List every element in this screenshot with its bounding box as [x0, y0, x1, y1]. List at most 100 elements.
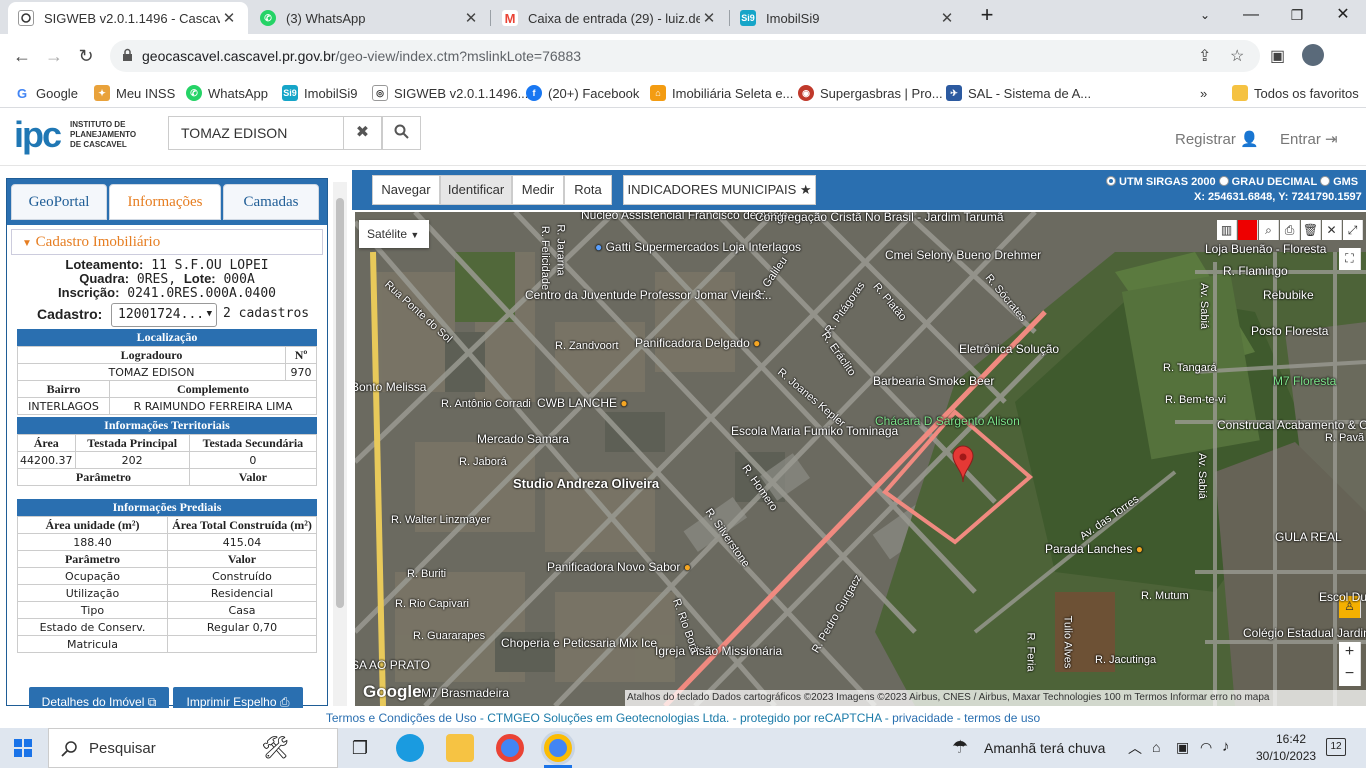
street-label: R. Rio Capivari: [395, 598, 469, 610]
ipc-logo[interactable]: ipc INSTITUTO DE PLANEJAMENTO DE CASCAVE…: [14, 114, 144, 160]
tab-informacoes[interactable]: Informações: [109, 184, 221, 220]
identificar-button[interactable]: Identificar: [440, 175, 512, 205]
map-type-button[interactable]: Satélite ▼: [359, 220, 429, 248]
maximize-button[interactable]: ❐: [1282, 4, 1312, 26]
chrome-active-icon[interactable]: [544, 734, 572, 762]
zoom-in-button[interactable]: +: [1339, 642, 1361, 664]
reload-button[interactable]: ↻: [72, 42, 100, 70]
network-icon[interactable]: ⌂: [1152, 739, 1160, 755]
bookmark-google[interactable]: G Google: [14, 82, 78, 104]
bookmark-whatsapp[interactable]: ✆ WhatsApp: [186, 82, 268, 104]
sidepanel-icon[interactable]: ▣: [1270, 46, 1285, 66]
close-icon[interactable]: ✕: [462, 9, 480, 27]
color-swatch-icon[interactable]: [1238, 220, 1258, 240]
utm-radio[interactable]: UTM SIRGAS 2000: [1106, 176, 1216, 188]
register-link[interactable]: Registrar 👤: [1175, 130, 1259, 148]
task-view-icon[interactable]: ❐: [346, 734, 374, 762]
notifications-icon[interactable]: 12: [1326, 738, 1346, 756]
share-icon[interactable]: ⇪: [1198, 46, 1211, 66]
grau-radio[interactable]: GRAU DECIMAL: [1218, 176, 1317, 188]
logo-mark: ipc: [14, 114, 62, 155]
bookmark-seleta[interactable]: ⌂ Imobiliária Seleta e...: [650, 82, 793, 104]
file-explorer-icon[interactable]: [446, 734, 474, 762]
cadastro-select[interactable]: 12001724... ▼: [111, 303, 217, 327]
chrome-icon[interactable]: [496, 734, 524, 762]
taskbar-search[interactable]: Pesquisar 🛠: [48, 728, 338, 768]
close-icon[interactable]: ✕: [938, 9, 956, 27]
fullscreen-icon[interactable]: ⤢: [1343, 220, 1363, 240]
search-input[interactable]: TOMAZ EDISON: [168, 116, 344, 150]
terms-link[interactable]: Termos e Condições de Uso: [326, 711, 477, 725]
territoriais-table: Área Testada Principal Testada Secundária …: [17, 434, 318, 486]
gms-radio[interactable]: GMS: [1320, 176, 1358, 188]
scrollbar-thumb[interactable]: [336, 198, 344, 608]
print-icon[interactable]: ⎙: [1280, 220, 1300, 240]
map-attribution[interactable]: Atalhos do teclado Dados cartográficos ©…: [625, 690, 1366, 706]
bookmark-sal[interactable]: ✈ SAL - Sistema de A...: [946, 82, 1091, 104]
cadastro-section-header[interactable]: ▼ Cadastro Imobiliário: [11, 229, 323, 255]
place-label: Panificadora Novo Sabor ●: [547, 560, 692, 574]
place-label: Centro da Juventude Professor Jomar Viei…: [525, 288, 772, 302]
all-bookmarks[interactable]: Todos os favoritos: [1232, 82, 1359, 104]
clock-date[interactable]: 30/10/2023: [1256, 749, 1316, 763]
trash-icon[interactable]: 🗑: [1301, 220, 1321, 240]
zoom-search-icon[interactable]: ⌕: [1259, 220, 1279, 240]
profile-avatar[interactable]: [1302, 44, 1324, 66]
login-icon: ⇥: [1325, 131, 1338, 148]
weather-text[interactable]: Amanhã terá chuva: [984, 740, 1105, 756]
rota-button[interactable]: Rota: [564, 175, 612, 205]
wifi-icon[interactable]: ◠: [1200, 739, 1212, 756]
seleta-icon: ⌂: [650, 85, 666, 101]
panel-scrollbar[interactable]: [333, 182, 347, 706]
chart-icon[interactable]: ▥: [1217, 220, 1237, 240]
meet-icon[interactable]: ▣: [1176, 739, 1189, 756]
zoom-out-button[interactable]: −: [1339, 664, 1361, 686]
medir-button[interactable]: Medir: [512, 175, 564, 205]
tab-camadas[interactable]: Camadas: [223, 184, 319, 220]
tab-whatsapp[interactable]: ✆ (3) WhatsApp ✕: [250, 2, 490, 34]
weather-icon[interactable]: ☂: [952, 737, 968, 758]
tab-search-button[interactable]: ⌄: [1190, 4, 1220, 26]
bookmark-facebook[interactable]: f (20+) Facebook: [526, 82, 639, 104]
minimize-button[interactable]: —: [1236, 4, 1266, 26]
expand-icon[interactable]: ⛶: [1339, 248, 1361, 270]
place-label: R. Flamingo: [1223, 264, 1288, 278]
close-icon[interactable]: ✕: [220, 9, 238, 27]
street-label: R. Antônio Corradi: [441, 398, 531, 410]
forward-button[interactable]: →: [40, 42, 68, 70]
edge-icon[interactable]: [396, 734, 424, 762]
radio-icon: [1106, 176, 1116, 186]
chevron-up-icon[interactable]: ︿: [1128, 738, 1142, 758]
tab-gmail[interactable]: M Caixa de entrada (29) - luiz.dem ✕: [492, 2, 728, 34]
address-bar[interactable]: geocascavel.cascavel.pr.gov.br/geo-view/…: [110, 40, 1260, 72]
tab-imobilsi9[interactable]: Si9 ImobilSi9 ✕: [730, 2, 966, 34]
login-link[interactable]: Entrar ⇥: [1280, 130, 1338, 148]
search-button[interactable]: [382, 116, 421, 150]
bookmark-imobilsi9[interactable]: Si9 ImobilSi9: [282, 82, 357, 104]
localizacao-header: Localização: [17, 329, 317, 346]
terms-of-use-link[interactable]: termos de uso: [964, 711, 1040, 725]
close-icon[interactable]: ✕: [700, 9, 718, 27]
bookmark-supergasbras[interactable]: ◉ Supergasbras | Pro...: [798, 82, 943, 104]
place-label: ● Gatti Supermercados Loja Interlagos: [595, 240, 802, 254]
map-view[interactable]: Satélite ▼ ▥ ⌕ ⎙ 🗑 ✕ ⤢ ⛶ ♙ + − Núcleo As…: [355, 212, 1366, 706]
bookmark-meu-inss[interactable]: ✦ Meu INSS: [94, 82, 175, 104]
tab-sigweb[interactable]: SIGWEB v2.0.1.1496 - Cascavel ✕: [8, 2, 248, 34]
privacy-link[interactable]: privacidade: [892, 711, 953, 725]
volume-icon[interactable]: ♪: [1222, 738, 1230, 755]
more-bookmarks-icon[interactable]: »: [1200, 82, 1207, 104]
page-footer: Termos e Condições de Uso - CTMGEO Soluç…: [0, 708, 1366, 728]
bookmark-sigweb[interactable]: ◎ SIGWEB v2.0.1.1496...: [372, 82, 528, 104]
clock-time[interactable]: 16:42: [1276, 732, 1306, 746]
indicadores-button[interactable]: INDICADORES MUNICIPAIS ★: [623, 175, 816, 205]
close-icon[interactable]: ✕: [1322, 220, 1342, 240]
back-button[interactable]: ←: [8, 42, 36, 70]
window-close-button[interactable]: ✕: [1328, 4, 1358, 26]
tab-geoportal[interactable]: GeoPortal: [11, 184, 107, 220]
clear-search-button[interactable]: ✖: [343, 116, 382, 150]
new-tab-button[interactable]: +: [972, 4, 1002, 26]
bookmark-star-icon[interactable]: ☆: [1230, 46, 1244, 66]
navegar-button[interactable]: Navegar: [372, 175, 440, 205]
windows-start-icon[interactable]: [14, 739, 32, 760]
place-label: Parada Lanches ●: [1045, 542, 1143, 556]
